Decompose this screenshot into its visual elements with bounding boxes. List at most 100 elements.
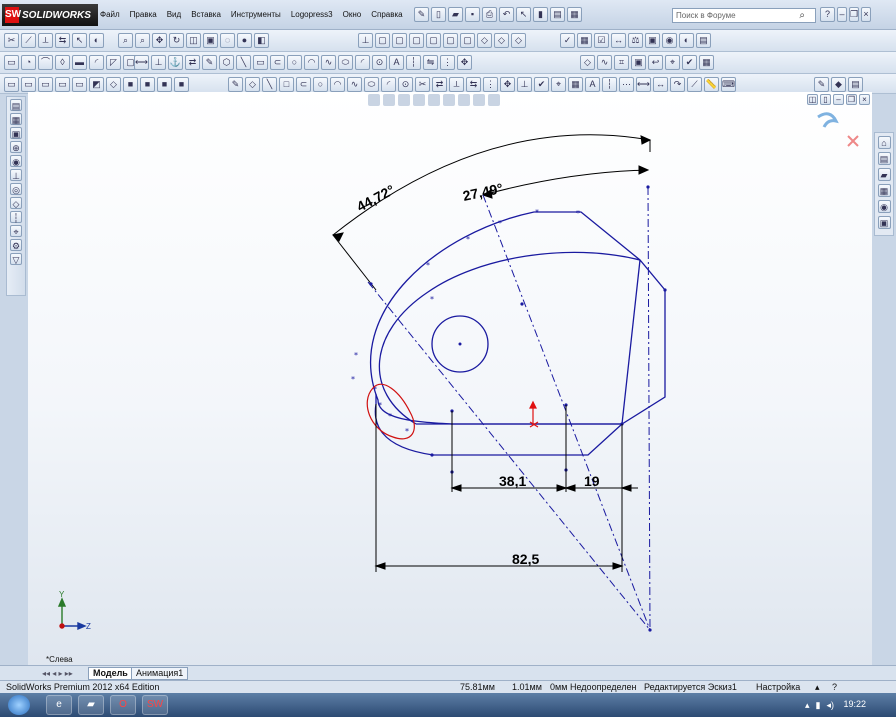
sketch-origin[interactable]: [529, 400, 539, 428]
menu-tools[interactable]: Инструменты: [231, 10, 281, 19]
mirror2-icon[interactable]: ⇆: [466, 77, 481, 92]
selected-sketch-icon[interactable]: ▤: [696, 33, 711, 48]
table-icon[interactable]: ▦: [577, 33, 592, 48]
left-view-icon[interactable]: ▢: [409, 33, 424, 48]
feature-tree-icon[interactable]: ▤: [10, 99, 22, 111]
reference-geometry-icon[interactable]: ◇: [580, 55, 595, 70]
appearance-icon[interactable]: ●: [237, 33, 252, 48]
strip-layout-icon[interactable]: ▭: [4, 77, 19, 92]
marker-icon[interactable]: ✎: [814, 77, 829, 92]
arc2-icon[interactable]: ◠: [330, 77, 345, 92]
fillet-sketch-icon[interactable]: ◜: [355, 55, 370, 70]
point-icon[interactable]: ⊙: [372, 55, 387, 70]
opera-taskbar-icon[interactable]: O: [110, 695, 136, 715]
color-a-icon[interactable]: ■: [123, 77, 138, 92]
line-icon[interactable]: ╲: [236, 55, 251, 70]
spline-icon[interactable]: ∿: [321, 55, 336, 70]
confirmation-corner[interactable]: [817, 112, 859, 147]
minimize-icon[interactable]: –: [837, 7, 847, 22]
active-toolbar-icon[interactable]: ▦: [699, 55, 714, 70]
extrude-icon[interactable]: ▭: [4, 55, 19, 70]
explorer-taskbar-icon[interactable]: ▰: [78, 695, 104, 715]
isometric-view-icon[interactable]: ◇: [477, 33, 492, 48]
point2-icon[interactable]: ⊙: [398, 77, 413, 92]
station-icon[interactable]: ▭: [72, 77, 87, 92]
measure-icon[interactable]: ↔: [611, 33, 626, 48]
open-folder-icon[interactable]: ▰: [448, 7, 463, 22]
offset-icon[interactable]: ⟂: [38, 33, 53, 48]
trim2-icon[interactable]: ✂: [415, 77, 430, 92]
smart-fastener-icon[interactable]: ⚙: [10, 239, 22, 251]
file-explorer-icon[interactable]: ▰: [877, 168, 891, 181]
filter-icon[interactable]: ▽: [10, 253, 22, 265]
instant3d-icon[interactable]: ⌗: [614, 55, 629, 70]
active-sketch-icon[interactable]: ✎: [228, 77, 243, 92]
hide-show-icon[interactable]: ◌: [220, 33, 235, 48]
rectangle2-icon[interactable]: □: [279, 77, 294, 92]
fillet2-icon[interactable]: ◜: [381, 77, 396, 92]
parts-icon[interactable]: ▣: [645, 33, 660, 48]
angle-dimension-outer[interactable]: 44,72°: [354, 181, 397, 214]
spell-check-icon[interactable]: ✓: [560, 33, 575, 48]
help-icon[interactable]: ?: [820, 7, 835, 22]
punch-icon[interactable]: ▭: [55, 77, 70, 92]
menu-insert[interactable]: Вставка: [191, 10, 221, 19]
relations2-icon[interactable]: ⊥: [517, 77, 532, 92]
volume-icon[interactable]: ◂): [826, 700, 834, 711]
menu-edit[interactable]: Правка: [130, 10, 157, 19]
undo-icon[interactable]: ↶: [499, 7, 514, 22]
ruler-icon[interactable]: 📏: [704, 77, 719, 92]
trimetric-view-icon[interactable]: ◇: [494, 33, 509, 48]
restore-icon[interactable]: ❐: [849, 7, 859, 22]
angular-dimension-inner[interactable]: [481, 165, 650, 199]
zoom-area-icon[interactable]: ⌕: [135, 33, 150, 48]
search-input[interactable]: Поиск в Форуме ⌕: [672, 8, 816, 23]
chamfer-icon[interactable]: ◸: [106, 55, 121, 70]
cancel-sketch-icon[interactable]: [847, 135, 859, 147]
fix-icon[interactable]: ⚓: [168, 55, 183, 70]
sketch-toggle-icon[interactable]: ▣: [631, 55, 646, 70]
repair-sketch-icon[interactable]: ✔: [682, 55, 697, 70]
angle-dimension-inner[interactable]: 27,49°: [461, 180, 504, 204]
construction2-icon[interactable]: ⋯: [619, 77, 634, 92]
solidworks-logo[interactable]: SW SOLIDWORKS: [2, 4, 98, 26]
quick-snaps-icon[interactable]: ⌖: [665, 55, 680, 70]
color-c-icon[interactable]: ■: [157, 77, 172, 92]
custom-properties-icon[interactable]: ▣: [877, 216, 891, 229]
home-icon[interactable]: ⌂: [877, 136, 891, 149]
offset2-icon[interactable]: ⟂: [449, 77, 464, 92]
angular-dimension-outer[interactable]: [331, 134, 652, 291]
axis-icon[interactable]: ┆: [10, 211, 22, 223]
menu-logopress[interactable]: Logopress3: [291, 10, 333, 19]
menu-file[interactable]: Файл: [100, 10, 120, 19]
display-manager-icon[interactable]: ◉: [10, 155, 22, 167]
hole-wizard-icon[interactable]: ◎: [10, 183, 22, 195]
sketch-icon[interactable]: ✎: [202, 55, 217, 70]
repair2-icon[interactable]: ✔: [534, 77, 549, 92]
back-view-icon[interactable]: ▢: [392, 33, 407, 48]
dimetric-view-icon[interactable]: ◇: [511, 33, 526, 48]
right-view-icon[interactable]: ▢: [426, 33, 441, 48]
sheet-icon[interactable]: ▤: [848, 77, 863, 92]
grid2-icon[interactable]: ▦: [568, 77, 583, 92]
selection-filter-icon[interactable]: ◐: [89, 33, 104, 48]
new-document-icon[interactable]: ▯: [431, 7, 446, 22]
zoom-fit-icon[interactable]: ⌕: [118, 33, 133, 48]
diamond-icon[interactable]: ◇: [245, 77, 260, 92]
unfold-icon[interactable]: ◩: [89, 77, 104, 92]
line2-icon[interactable]: ╲: [262, 77, 277, 92]
ellipse-icon[interactable]: ⬭: [338, 55, 353, 70]
check-icon[interactable]: ☑: [594, 33, 609, 48]
plane-icon[interactable]: ◇: [10, 197, 22, 209]
extend2-icon[interactable]: ⟋: [687, 77, 702, 92]
extend-icon[interactable]: ⟋: [21, 33, 36, 48]
move-entities-icon[interactable]: ✥: [457, 55, 472, 70]
pattern2-icon[interactable]: ⋮: [483, 77, 498, 92]
configuration-icon[interactable]: ▣: [10, 127, 22, 139]
file-properties-icon[interactable]: ▤: [550, 7, 565, 22]
menu-view[interactable]: Вид: [167, 10, 181, 19]
text2-icon[interactable]: A: [585, 77, 600, 92]
sketch-profile[interactable]: [370, 211, 666, 456]
relations-icon[interactable]: ⊥: [151, 55, 166, 70]
snap2-icon[interactable]: ⌖: [551, 77, 566, 92]
